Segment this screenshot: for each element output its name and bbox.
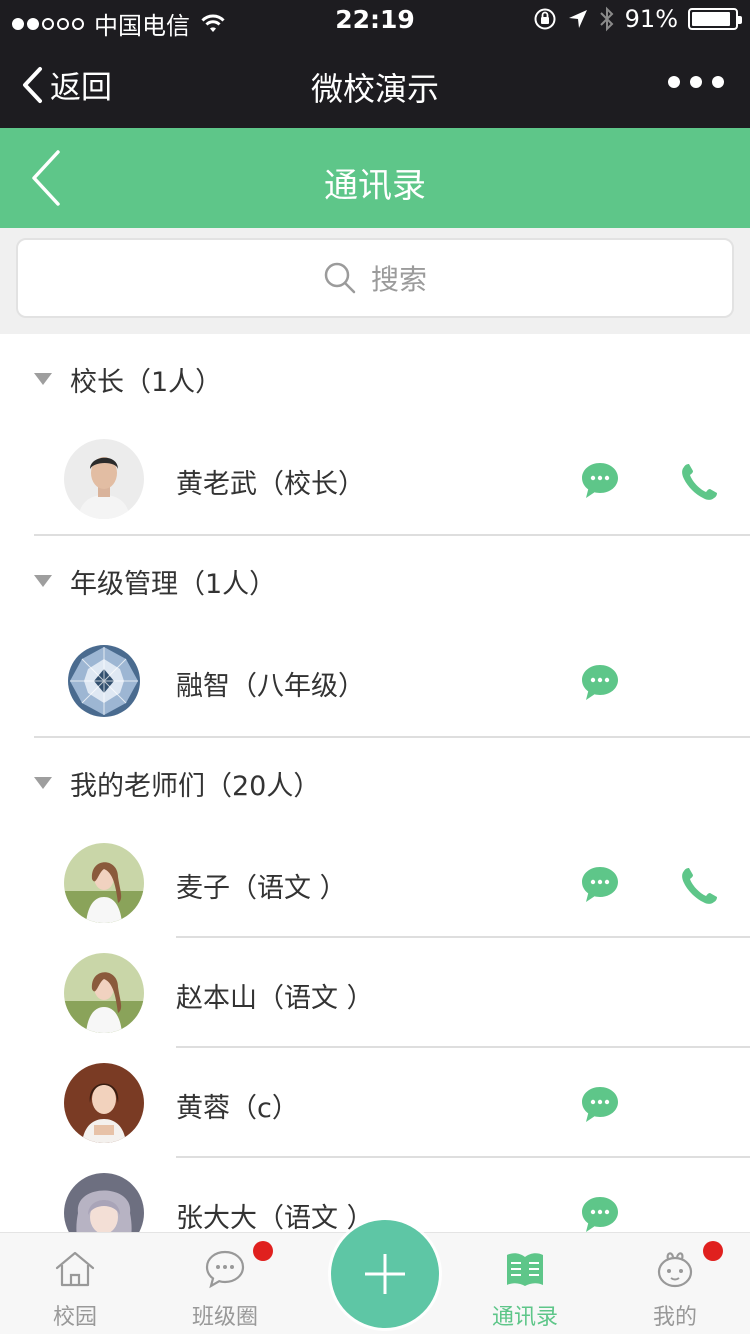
message-bubble-icon xyxy=(582,1197,618,1232)
avatar xyxy=(64,1173,144,1232)
message-bubble-icon xyxy=(582,867,618,902)
tab-label: 我的 xyxy=(652,1305,697,1330)
status-bar: 中国电信 22:19 91% xyxy=(0,0,750,40)
contacts-book-icon xyxy=(503,1247,547,1291)
plus-icon xyxy=(365,1254,405,1294)
search-input[interactable]: 搜索 xyxy=(16,238,734,318)
collapse-triangle-icon xyxy=(34,575,52,587)
wechat-nav-bar: 返回 微校演示 xyxy=(0,40,750,128)
battery-percent: 91% xyxy=(624,5,678,33)
contact-name: 麦子（语文 ） xyxy=(176,873,347,904)
contact-row[interactable]: 赵本山（语文 ） xyxy=(0,938,750,1048)
add-button[interactable] xyxy=(331,1220,439,1328)
avatar xyxy=(64,843,144,923)
message-button[interactable] xyxy=(580,1194,620,1232)
avatar xyxy=(64,1063,144,1143)
tab-mine[interactable]: 我的 xyxy=(600,1233,750,1334)
battery-icon xyxy=(688,8,742,30)
group-header-principal[interactable]: 校长（1人） xyxy=(0,334,750,424)
bluetooth-icon xyxy=(599,6,614,32)
message-button[interactable] xyxy=(580,1084,620,1128)
search-area: 搜索 xyxy=(0,228,750,334)
more-options-button[interactable] xyxy=(668,76,724,88)
status-right: 91% xyxy=(533,5,742,33)
tab-class-circle[interactable]: 班级圈 xyxy=(150,1233,300,1334)
contacts-header: 通讯录 xyxy=(0,128,750,228)
message-button[interactable] xyxy=(580,662,620,706)
phone-icon xyxy=(682,464,717,500)
chat-bubble-icon xyxy=(203,1241,273,1291)
contact-name: 黄老武（校长） xyxy=(176,469,365,500)
tab-label: 通讯录 xyxy=(491,1305,558,1330)
message-bubble-icon xyxy=(582,665,618,700)
contact-row[interactable]: 黄蓉（c） xyxy=(0,1048,750,1158)
header-title: 通讯录 xyxy=(324,166,426,206)
dot-icon xyxy=(668,76,680,88)
group-header-my-teachers[interactable]: 我的老师们（20人） xyxy=(0,738,750,828)
message-button[interactable] xyxy=(580,460,620,504)
page-title: 微校演示 xyxy=(310,70,439,108)
avatar xyxy=(64,953,144,1033)
group-title: 我的老师们（20人） xyxy=(70,770,321,802)
rotation-lock-icon xyxy=(534,8,556,30)
tab-label: 校园 xyxy=(52,1305,97,1330)
location-arrow-icon xyxy=(568,10,587,28)
collapse-triangle-icon xyxy=(34,777,52,789)
dot-icon xyxy=(712,76,724,88)
group-title: 年级管理（1人） xyxy=(70,568,277,600)
contact-row[interactable]: 黄老武（校长） xyxy=(0,424,750,534)
profile-icon xyxy=(653,1241,723,1291)
group-title: 校长（1人） xyxy=(70,366,223,398)
message-bubble-icon xyxy=(582,1087,618,1122)
message-button[interactable] xyxy=(580,864,620,908)
avatar xyxy=(64,439,144,519)
notification-badge xyxy=(703,1241,723,1261)
contacts-list: 校长（1人） 黄老武（校长） 年级管理（1人） 融智（八年级） 我的老师们（20… xyxy=(0,334,750,1232)
collapse-triangle-icon xyxy=(34,373,52,385)
contact-row[interactable]: 融智（八年级） xyxy=(0,626,750,736)
tab-contacts[interactable]: 通讯录 xyxy=(450,1233,600,1334)
home-icon xyxy=(53,1247,97,1291)
call-button[interactable] xyxy=(678,460,722,508)
search-icon xyxy=(324,262,356,294)
contact-name: 融智（八年级） xyxy=(176,671,365,702)
avatar xyxy=(64,641,144,721)
message-bubble-icon xyxy=(582,463,618,498)
group-header-grade-management[interactable]: 年级管理（1人） xyxy=(0,536,750,626)
call-button[interactable] xyxy=(678,864,722,912)
notification-badge xyxy=(253,1241,273,1261)
dot-icon xyxy=(690,76,702,88)
contact-row[interactable]: 麦子（语文 ） xyxy=(0,828,750,938)
contact-name: 张大大（语文 ） xyxy=(176,1203,374,1232)
contact-name: 黄蓉（c） xyxy=(176,1093,299,1124)
phone-icon xyxy=(682,868,717,904)
tab-campus[interactable]: 校园 xyxy=(0,1233,150,1334)
battery-fill xyxy=(692,12,731,26)
contact-name: 赵本山（语文 ） xyxy=(176,983,374,1014)
search-placeholder: 搜索 xyxy=(370,263,427,296)
tab-label: 班级圈 xyxy=(191,1305,258,1330)
